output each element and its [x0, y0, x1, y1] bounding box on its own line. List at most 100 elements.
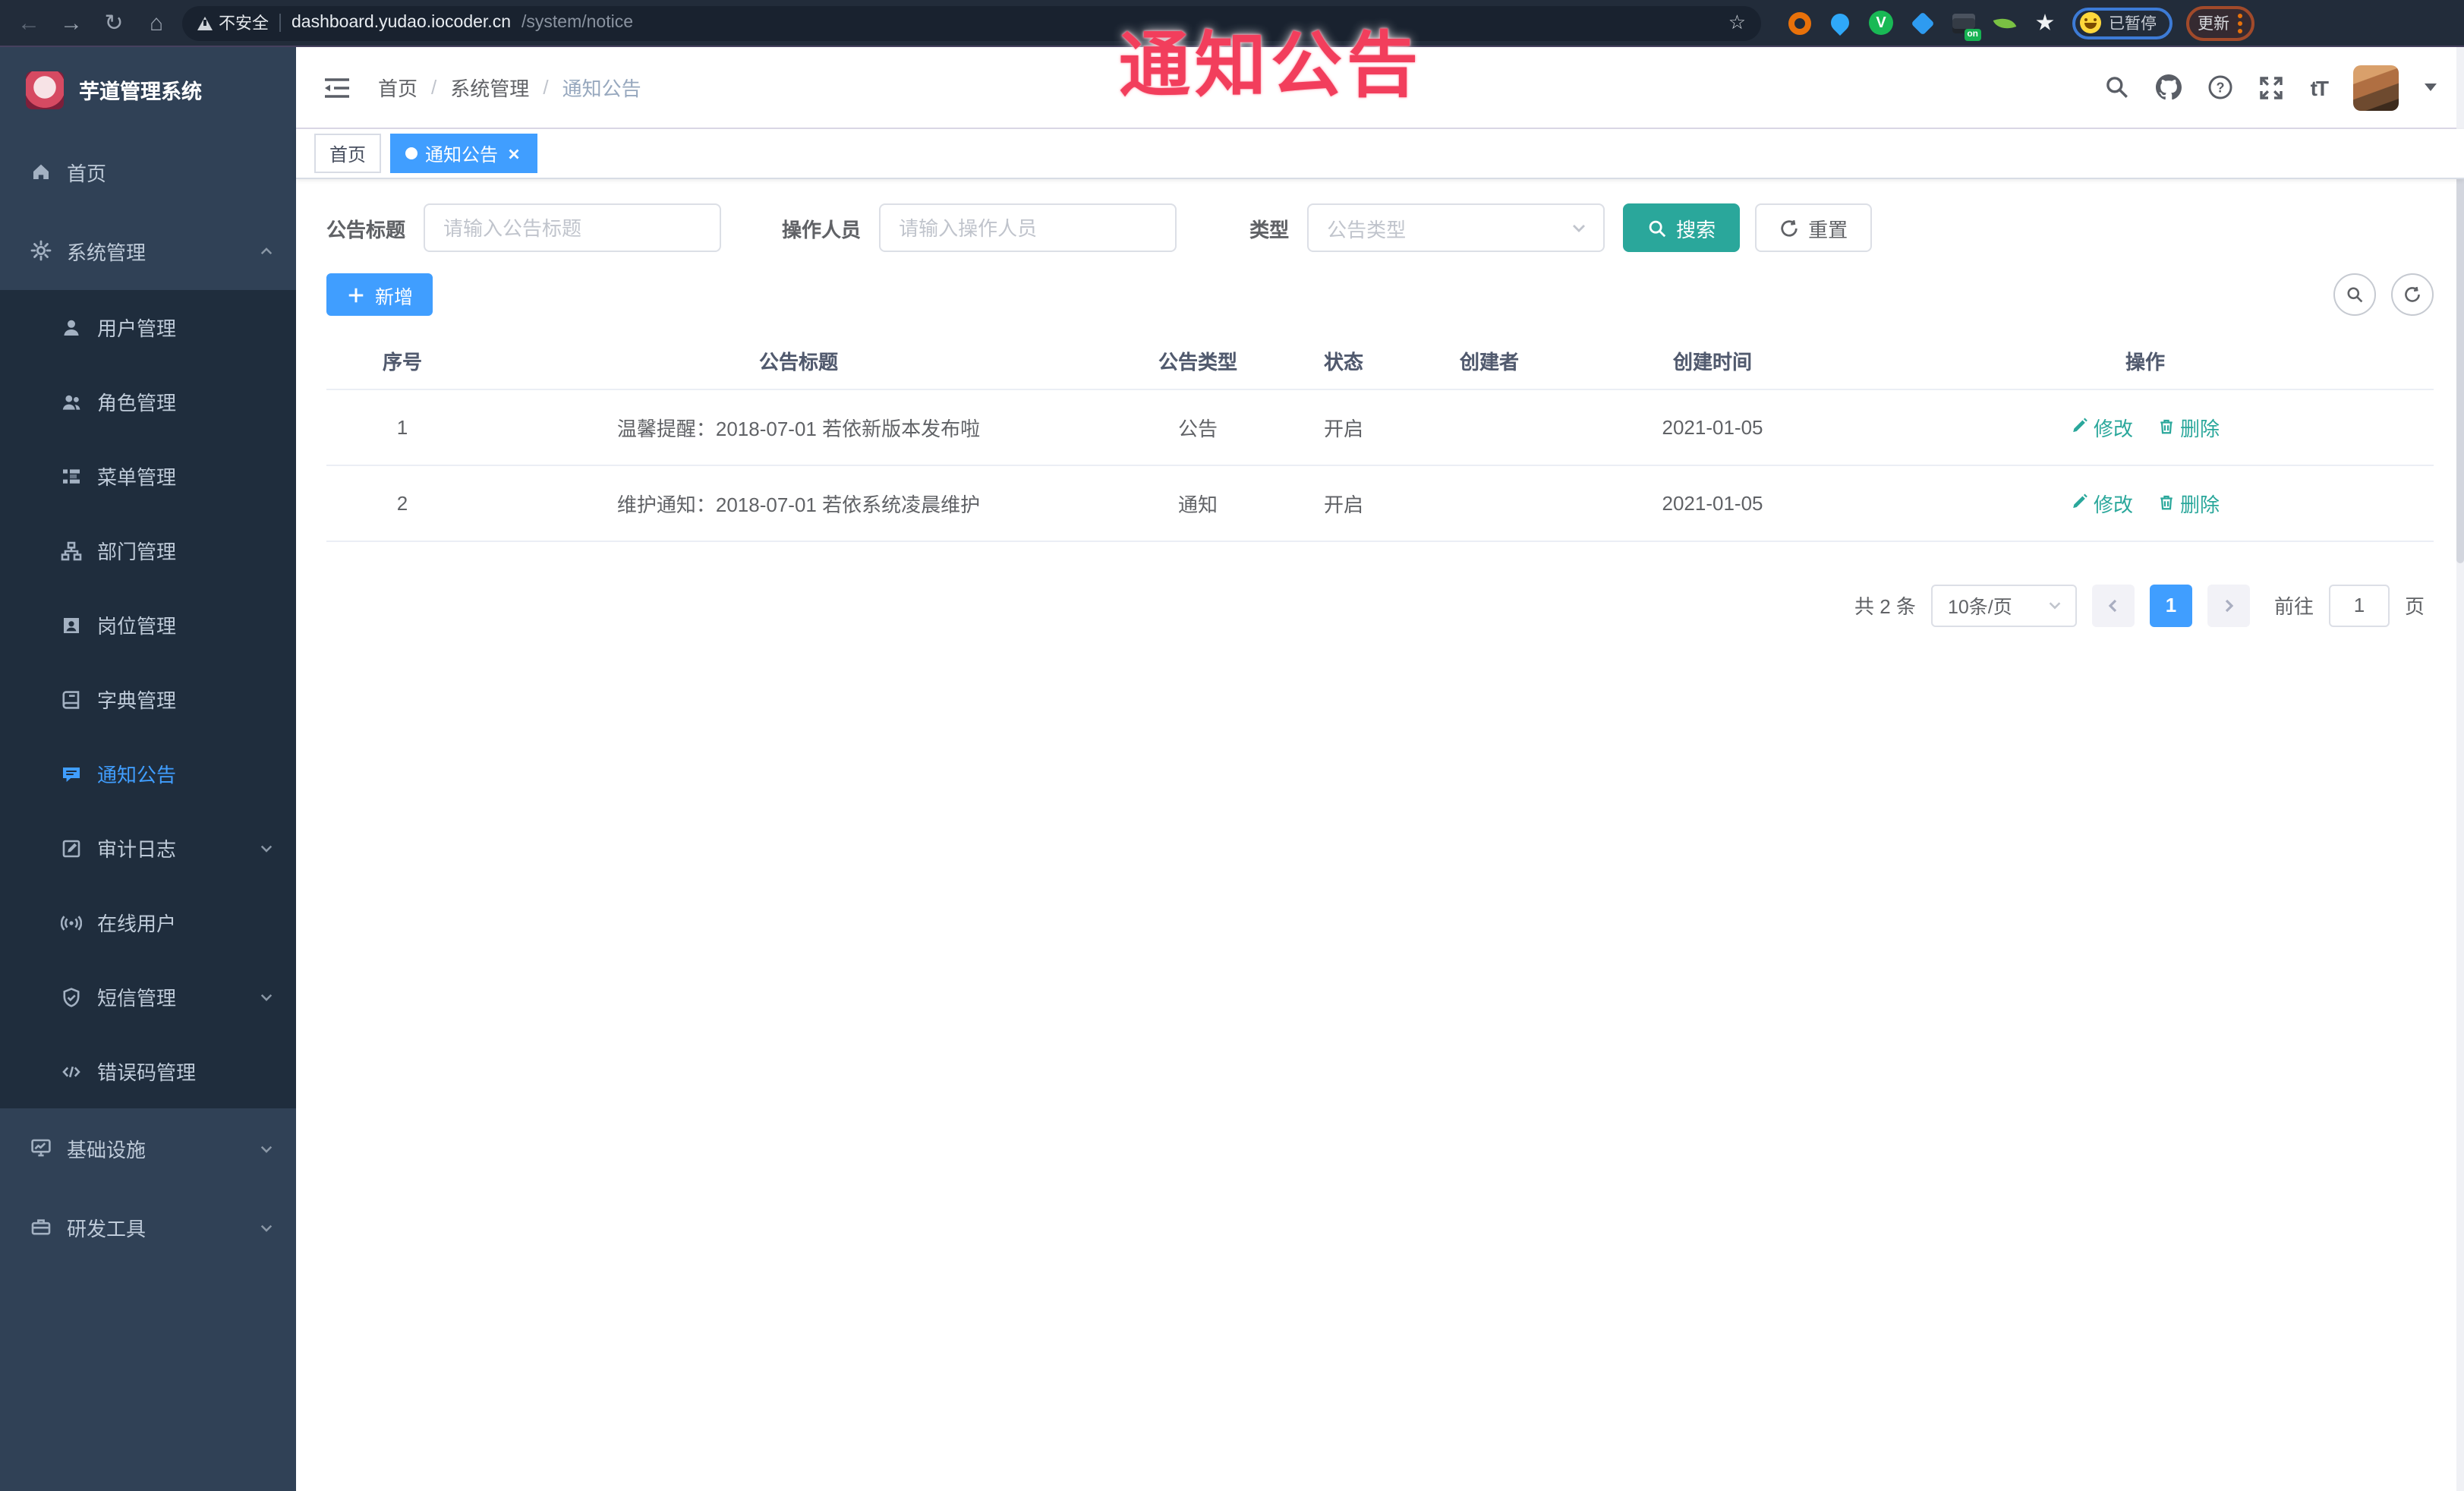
address-bar[interactable]: 不安全 dashboard.yudao.iocoder.cn/system/no…: [182, 5, 1761, 40]
refresh-table-button[interactable]: [2391, 273, 2434, 316]
fullscreen-icon[interactable]: [2259, 74, 2285, 100]
sidebar-item-notice[interactable]: 通知公告: [0, 736, 296, 811]
sidebar-item-error-code[interactable]: 错误码管理: [0, 1034, 296, 1108]
sidebar-item-user-mgmt[interactable]: 用户管理: [0, 290, 296, 364]
tab-label: 首页: [329, 143, 367, 165]
browser-profile-chip[interactable]: 已暂停: [2072, 7, 2172, 39]
breadcrumb: 首页 / 系统管理 / 通知公告: [378, 73, 641, 102]
back-icon[interactable]: ←: [12, 6, 46, 39]
pagination: 共 2 条 10条/页 1 前往 页: [326, 584, 2434, 626]
sidebar-item-infra[interactable]: 基础设施: [0, 1108, 296, 1187]
sidebar-item-home[interactable]: 首页: [0, 132, 296, 211]
edit-link[interactable]: 修改: [2071, 412, 2133, 441]
help-icon[interactable]: ?: [2207, 74, 2233, 100]
lifebuoy-extension-icon[interactable]: [1785, 9, 1813, 36]
delete-link[interactable]: 删除: [2157, 488, 2220, 517]
extensions-puzzle-icon[interactable]: [2031, 9, 2059, 36]
breadcrumb-item[interactable]: 首页: [378, 73, 417, 102]
sidebar-item-dept-mgmt[interactable]: 部门管理: [0, 513, 296, 588]
tab-notice[interactable]: 通知公告: [390, 134, 538, 173]
sidebar-item-dev-tools[interactable]: 研发工具: [0, 1187, 296, 1266]
proxy-extension-icon[interactable]: on: [1949, 9, 1981, 41]
avatar-caret-icon[interactable]: [2425, 84, 2437, 91]
table-row[interactable]: 2 维护通知：2018-07-01 若依系统凌晨维护 通知 开启 2021-01…: [326, 465, 2434, 541]
trash-icon: [2160, 419, 2173, 434]
avatar[interactable]: [2353, 65, 2399, 110]
goto-page-input[interactable]: [2328, 584, 2390, 626]
chevron-up-icon: [260, 247, 273, 254]
sidebar-item-label: 菜单管理: [97, 466, 177, 489]
operator-filter-input[interactable]: [879, 203, 1177, 252]
edit-link-label: 修改: [2093, 493, 2133, 515]
tab-label: 通知公告: [425, 143, 499, 165]
chevron-down-icon: [260, 1224, 273, 1231]
cell-index: 1: [326, 389, 478, 465]
vue-extension-icon[interactable]: V: [1867, 9, 1895, 36]
sidebar-item-label: 角色管理: [97, 392, 177, 415]
chevron-down-icon: [260, 994, 273, 1001]
github-icon[interactable]: [2155, 74, 2182, 100]
scrollbar-thumb[interactable]: [2456, 153, 2464, 563]
prev-page-button[interactable]: [2091, 584, 2135, 626]
extension-on-badge: on: [1964, 29, 1981, 41]
scrollbar[interactable]: [2456, 47, 2464, 1491]
pagination-total: 共 2 条: [1854, 595, 1916, 618]
sidebar-item-post-mgmt[interactable]: 岗位管理: [0, 588, 296, 662]
reset-button-label: 重置: [1808, 218, 1848, 241]
search-icon[interactable]: [2104, 74, 2130, 100]
reload-icon[interactable]: ↻: [97, 6, 131, 39]
sidebar-item-audit-log[interactable]: 审计日志: [0, 811, 296, 885]
cell-creator: [1410, 389, 1568, 465]
edit-link[interactable]: 修改: [2071, 488, 2133, 517]
sidebar: 芋道管理系统 首页 系统管理 用户管理 角色管理 菜单管理 部门管理 岗位管理 …: [0, 47, 296, 1491]
security-label: 不安全: [219, 15, 269, 33]
font-size-icon[interactable]: tT: [2311, 75, 2329, 99]
sidebar-item-menu-mgmt[interactable]: 菜单管理: [0, 439, 296, 513]
bookmark-star-icon[interactable]: ☆: [1728, 11, 1746, 35]
forward-icon[interactable]: →: [55, 6, 88, 39]
col-index: 序号: [326, 334, 478, 389]
tab-home[interactable]: 首页: [314, 134, 382, 173]
app-logo-row[interactable]: 芋道管理系统: [0, 47, 296, 132]
app-navbar: 首页 / 系统管理 / 通知公告 ? tT: [296, 47, 2464, 129]
security-warning[interactable]: 不安全: [197, 11, 269, 35]
chevron-down-icon: [2049, 602, 2061, 610]
add-button[interactable]: 新增: [326, 273, 433, 316]
page-number-current[interactable]: 1: [2149, 584, 2192, 626]
breadcrumb-item[interactable]: 系统管理: [450, 73, 529, 102]
table-row[interactable]: 1 温馨提醒：2018-07-01 若依新版本发布啦 公告 开启 2021-01…: [326, 389, 2434, 465]
cell-type: 通知: [1119, 465, 1277, 541]
search-button[interactable]: 搜索: [1623, 203, 1741, 252]
profile-emoji-icon: [2080, 12, 2101, 33]
page-size-select[interactable]: 10条/页: [1930, 584, 2077, 626]
col-actions: 操作: [1857, 334, 2434, 389]
delete-link[interactable]: 删除: [2157, 412, 2220, 441]
browser-menu-icon[interactable]: [2237, 13, 2242, 33]
type-filter-select[interactable]: 公告类型: [1307, 203, 1605, 252]
home-icon[interactable]: ⌂: [140, 6, 173, 39]
title-filter-input[interactable]: [424, 203, 722, 252]
sidebar-item-role-mgmt[interactable]: 角色管理: [0, 364, 296, 439]
col-created-at: 创建时间: [1568, 334, 1857, 389]
cell-title: 维护通知：2018-07-01 若依系统凌晨维护: [478, 465, 1119, 541]
drop-extension-icon[interactable]: [1826, 9, 1854, 36]
leaf-extension-icon[interactable]: [1990, 9, 2018, 36]
hamburger-icon[interactable]: [323, 75, 351, 99]
breadcrumb-separator: /: [543, 76, 549, 99]
close-icon[interactable]: [506, 145, 522, 162]
page-size-value: 10条/页: [1947, 597, 2012, 618]
cell-type: 公告: [1119, 389, 1277, 465]
sidebar-item-dict-mgmt[interactable]: 字典管理: [0, 662, 296, 736]
sidebar-item-online-users[interactable]: 在线用户: [0, 885, 296, 960]
next-page-button[interactable]: [2207, 584, 2250, 626]
diamond-extension-icon[interactable]: [1908, 9, 1936, 36]
chrome-update-button[interactable]: 更新: [2185, 5, 2254, 40]
sidebar-item-label: 在线用户: [97, 913, 177, 935]
reset-button[interactable]: 重置: [1755, 203, 1873, 252]
sidebar-item-system[interactable]: 系统管理: [0, 211, 296, 290]
cell-creator: [1410, 465, 1568, 541]
sidebar-item-sms-mgmt[interactable]: 短信管理: [0, 960, 296, 1034]
toggle-search-button[interactable]: [2333, 273, 2376, 316]
navbar-actions: ? tT: [2104, 65, 2437, 110]
edit-link-label: 修改: [2093, 417, 2133, 440]
